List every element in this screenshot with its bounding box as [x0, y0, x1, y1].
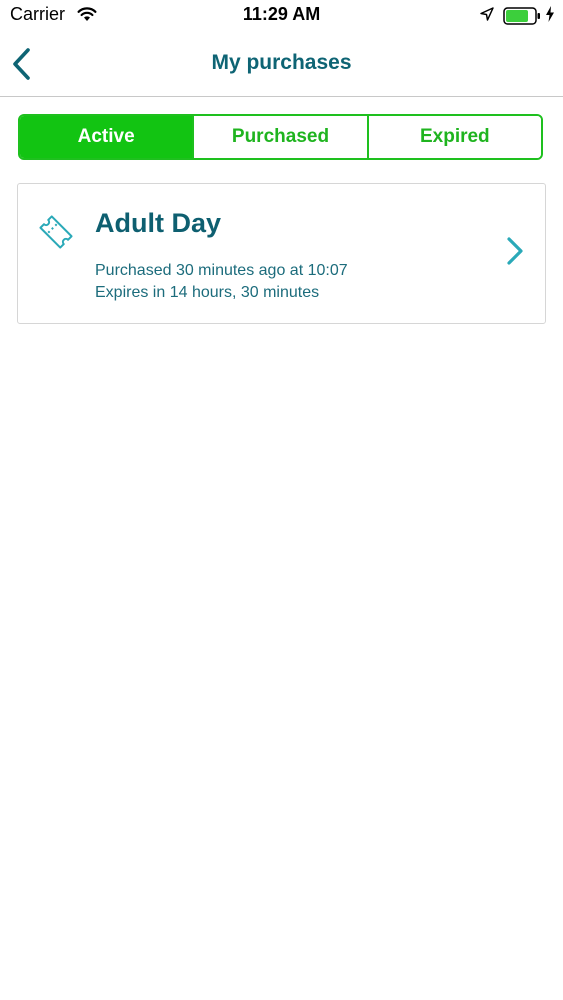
- purchase-time-text: Purchased 30 minutes ago at 10:07: [95, 262, 348, 279]
- tab-expired[interactable]: Expired: [366, 116, 541, 158]
- location-arrow-icon: [480, 7, 494, 21]
- battery-icon: [503, 7, 540, 25]
- status-time: 11:29 AM: [242, 4, 321, 24]
- ticket-icon: [39, 215, 73, 249]
- tab-active[interactable]: Active: [20, 116, 193, 158]
- purchase-title: Adult Day: [95, 208, 222, 238]
- navigation-bar: My purchases: [0, 32, 563, 97]
- charging-bolt-icon: [546, 6, 554, 22]
- tab-purchased[interactable]: Purchased: [192, 116, 367, 158]
- page-title: My purchases: [211, 51, 352, 74]
- chevron-right-icon: [507, 237, 523, 265]
- status-bar: Carrier 11:29 AM: [0, 0, 563, 32]
- purchase-status-tabs: Active Purchased Expired: [18, 114, 543, 160]
- expiry-text: Expires in 14 hours, 30 minutes: [95, 284, 320, 301]
- purchase-card[interactable]: Adult Day Purchased 30 minutes ago at 10…: [17, 183, 546, 324]
